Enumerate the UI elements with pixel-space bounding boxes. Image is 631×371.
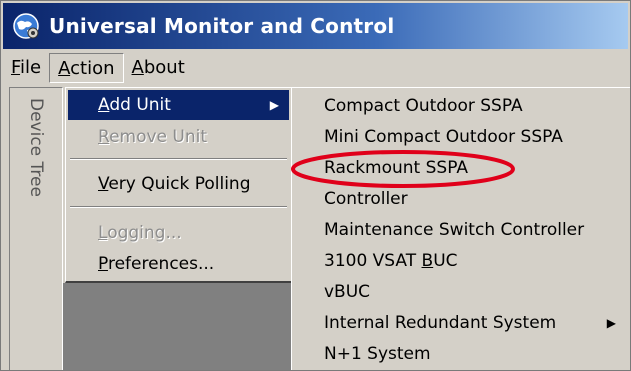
menu-bar: File Action About — [3, 51, 628, 85]
submenu-item-label-mnemonic: B — [421, 251, 434, 271]
action-dropdown-menu: Add Unit ▶ Remove Unit Very Quick Pollin… — [65, 87, 293, 283]
globe-gear-icon — [11, 11, 41, 41]
menu-action[interactable]: Action — [49, 53, 124, 83]
app-window: Universal Monitor and Control File Actio… — [0, 0, 631, 371]
submenu-item-label-suffix: UC — [433, 251, 458, 271]
menu-item-logging[interactable]: Logging... — [68, 218, 289, 248]
triangle-right-icon: ▶ — [269, 98, 279, 112]
menu-file[interactable]: File — [3, 53, 49, 83]
menu-item-very-quick-polling[interactable]: Very Quick Polling — [68, 169, 289, 199]
title-bar[interactable]: Universal Monitor and Control — [3, 3, 628, 49]
menu-separator — [70, 158, 287, 160]
device-tree-label: Device Tree — [26, 98, 46, 197]
menu-about[interactable]: About — [124, 53, 193, 83]
submenu-item-controller[interactable]: Controller — [294, 184, 630, 215]
menu-item-add-unit[interactable]: Add Unit ▶ — [68, 90, 289, 120]
triangle-right-icon: ▶ — [606, 316, 616, 330]
menu-item-remove-unit[interactable]: Remove Unit — [68, 122, 289, 152]
add-unit-submenu: Compact Outdoor SSPA Mini Compact Outdoo… — [291, 87, 630, 370]
menu-item-label: Add Unit — [98, 95, 171, 115]
workspace-area — [63, 283, 293, 370]
submenu-item-maintenance-switch-controller[interactable]: Maintenance Switch Controller — [294, 215, 630, 246]
submenu-item-compact-outdoor-sspa[interactable]: Compact Outdoor SSPA — [294, 91, 630, 122]
submenu-item-label-prefix: 3100 VSAT — [324, 251, 422, 271]
submenu-item-n-plus-1-system[interactable]: N+1 System — [294, 339, 630, 370]
submenu-item-label: Internal Redundant System — [324, 313, 557, 333]
submenu-item-rackmount-sspa[interactable]: Rackmount SSPA — [294, 153, 630, 184]
window-title: Universal Monitor and Control — [49, 14, 395, 38]
submenu-item-mini-compact-outdoor-sspa[interactable]: Mini Compact Outdoor SSPA — [294, 122, 630, 153]
menu-item-preferences[interactable]: Preferences... — [68, 249, 289, 279]
submenu-item-internal-redundant-system[interactable]: Internal Redundant System ▶ — [294, 308, 630, 339]
device-tree-panel[interactable]: Device Tree — [9, 87, 63, 370]
submenu-item-vbuc[interactable]: vBUC — [294, 277, 630, 308]
menu-separator — [70, 206, 287, 208]
submenu-item-3100-vsat-buc[interactable]: 3100 VSAT BUC — [294, 246, 630, 277]
